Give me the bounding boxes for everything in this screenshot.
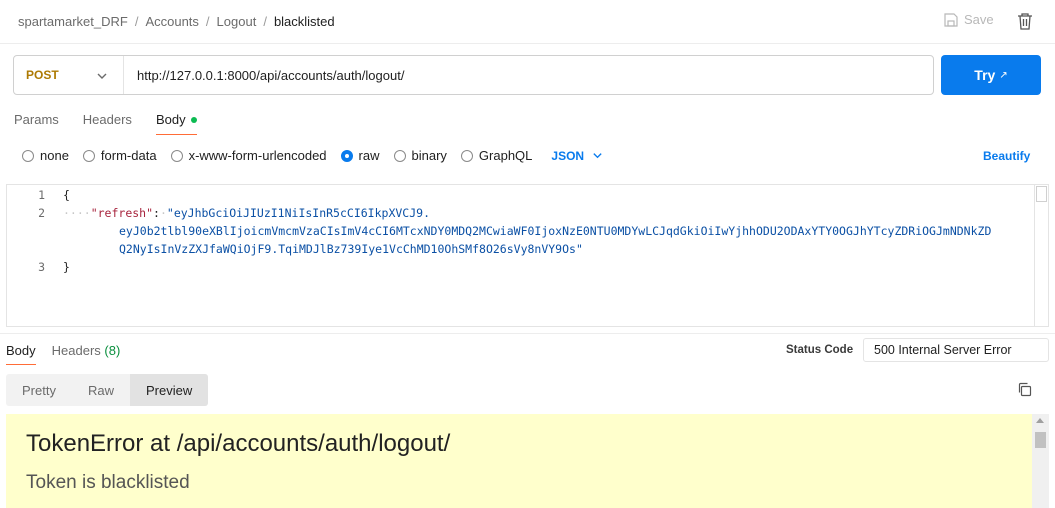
- body-type-options: none form-data x-www-form-urlencoded raw…: [22, 148, 603, 163]
- response-view-tabs: Pretty Raw Preview: [6, 374, 209, 406]
- format-label: JSON: [551, 148, 585, 163]
- whitespace-marker: ·: [159, 206, 167, 220]
- headers-count-badge: (8): [104, 343, 121, 358]
- breadcrumb-separator: /: [134, 14, 139, 29]
- external-arrow-icon: ↗: [999, 69, 1008, 81]
- code-line: {: [63, 188, 70, 202]
- body-editor[interactable]: 1 2 3 { ····"refresh":·"eyJhbGciOiJIUzI1…: [6, 184, 1049, 327]
- code-line: }: [63, 260, 70, 274]
- breadcrumb-separator: /: [205, 14, 210, 29]
- try-button[interactable]: Try ↗: [941, 55, 1041, 95]
- body-option-label: form-data: [100, 148, 157, 163]
- panel-divider[interactable]: [0, 333, 1055, 334]
- breadcrumb-separator: /: [263, 14, 267, 29]
- response-tab-headers[interactable]: Headers (8): [52, 343, 121, 365]
- view-tab-preview[interactable]: Preview: [129, 374, 209, 406]
- response-tabs: Body Headers (8): [6, 343, 136, 365]
- try-label: Try: [974, 67, 996, 83]
- chevron-down-icon: [97, 73, 107, 79]
- radio-icon: [393, 149, 406, 162]
- breadcrumb-current-request[interactable]: blacklisted: [274, 14, 335, 29]
- body-option-label: none: [40, 148, 69, 163]
- copy-icon: [1018, 382, 1032, 397]
- request-header: spartamarket_DRF / Accounts / Logout / b…: [0, 0, 1055, 44]
- open-brace: {: [63, 188, 70, 202]
- status-code-label: Status Code: [786, 344, 854, 356]
- breadcrumb: spartamarket_DRF / Accounts / Logout / b…: [18, 14, 335, 29]
- body-option-raw[interactable]: raw: [340, 148, 380, 163]
- body-option-label: x-www-form-urlencoded: [188, 148, 327, 163]
- code-line: ····"refresh":·"eyJhbGciOiJIUzI1NiIsInR5…: [63, 206, 430, 220]
- line-number: 3: [38, 260, 45, 274]
- error-title: TokenError at /api/accounts/auth/logout/: [26, 430, 451, 457]
- preview-scrollbar[interactable]: [1032, 414, 1049, 508]
- scroll-up-arrow-icon[interactable]: [1036, 418, 1044, 423]
- status-code-value: 500 Internal Server Error: [863, 338, 1049, 362]
- radio-checked-icon: [340, 149, 353, 162]
- body-option-label: GraphQL: [478, 148, 533, 163]
- tab-params[interactable]: Params: [14, 112, 59, 135]
- tab-body-label: Body: [155, 112, 186, 127]
- indent-whitespace: ····: [63, 206, 91, 220]
- body-option-binary[interactable]: binary: [393, 148, 447, 163]
- json-value: "eyJhbGciOiJIUzI1NiIsInR5cCI6IkpXVCJ9.: [166, 206, 430, 220]
- radio-icon: [82, 149, 95, 162]
- tab-headers[interactable]: Headers: [83, 112, 132, 135]
- chevron-down-icon: [593, 153, 602, 159]
- beautify-button[interactable]: Beautify: [983, 149, 1030, 163]
- response-preview: TokenError at /api/accounts/auth/logout/…: [6, 414, 1032, 508]
- scrollbar-thumb[interactable]: [1036, 186, 1047, 202]
- editor-scrollbar[interactable]: [1034, 185, 1048, 326]
- line-number: 1: [38, 188, 45, 202]
- request-tabs: Params Headers Body: [14, 112, 221, 135]
- view-tab-raw[interactable]: Raw: [72, 374, 130, 406]
- radio-icon: [22, 149, 34, 162]
- breadcrumb-folder-logout[interactable]: Logout: [217, 14, 257, 29]
- delete-button[interactable]: [1017, 12, 1033, 33]
- code-line-wrap: eyJ0b2tlbl90eXBlIjoicmVmcmVzaCIsImV4cCI6…: [119, 224, 992, 238]
- save-button[interactable]: Save: [944, 12, 994, 27]
- url-input[interactable]: http://127.0.0.1:8000/api/accounts/auth/…: [124, 68, 404, 83]
- close-brace: }: [63, 260, 70, 274]
- body-option-label: raw: [358, 148, 380, 163]
- radio-icon: [170, 149, 183, 162]
- radio-icon: [460, 149, 473, 162]
- view-tab-pretty[interactable]: Pretty: [6, 374, 72, 406]
- line-number: 2: [38, 206, 45, 220]
- body-modified-dot: [190, 116, 197, 123]
- breadcrumb-folder-accounts[interactable]: Accounts: [145, 14, 198, 29]
- method-label: POST: [26, 68, 59, 82]
- body-option-graphql[interactable]: GraphQL: [460, 148, 533, 163]
- copy-button[interactable]: [1017, 382, 1032, 400]
- save-label: Save: [964, 12, 994, 27]
- trash-icon: [1018, 13, 1032, 30]
- json-key: "refresh": [90, 206, 154, 220]
- body-option-none[interactable]: none: [22, 148, 69, 163]
- line-gutter: 1 2 3: [7, 185, 51, 326]
- code-line-wrap: Q2NyIsInVzZXJfaWQiOjF9.TqiMDJlBz739Iye1V…: [119, 242, 583, 256]
- format-select[interactable]: JSON: [551, 149, 603, 163]
- json-colon: :: [153, 206, 160, 220]
- response-tab-headers-label: Headers: [51, 343, 101, 358]
- body-option-urlencoded[interactable]: x-www-form-urlencoded: [170, 148, 327, 163]
- save-icon: [944, 12, 958, 27]
- tab-body[interactable]: Body: [155, 112, 197, 135]
- response-tab-body[interactable]: Body: [6, 343, 36, 365]
- body-option-label: binary: [411, 148, 447, 163]
- url-bar: POST http://127.0.0.1:8000/api/accounts/…: [13, 55, 934, 95]
- scrollbar-thumb[interactable]: [1035, 432, 1046, 448]
- breadcrumb-collection[interactable]: spartamarket_DRF: [18, 14, 128, 29]
- body-option-form-data[interactable]: form-data: [82, 148, 157, 163]
- error-message: Token is blacklisted: [26, 472, 190, 493]
- method-select[interactable]: POST: [14, 56, 124, 94]
